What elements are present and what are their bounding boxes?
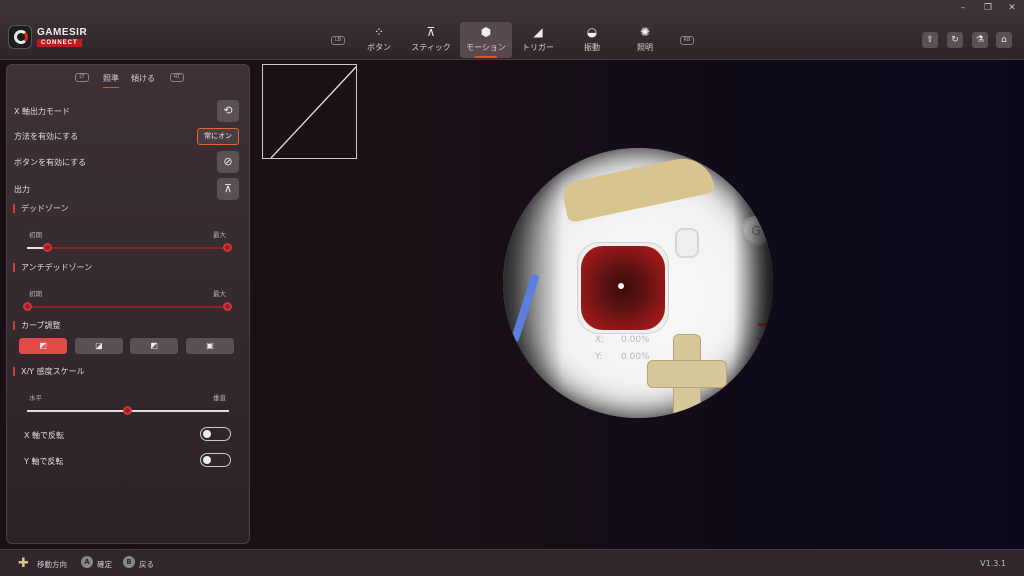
invert-y-label: Y 軸で反転 [24,457,64,466]
dpad-horizontal [647,360,727,388]
close-icon[interactable]: ✕ [1005,2,1019,14]
rb-bumper-icon[interactable]: RB [680,36,694,45]
xy-scale-left-label: 水平 [29,394,42,402]
tab-buttons[interactable]: ⁘ ボタン [353,22,405,58]
deadzone-max-label: 最大 [213,231,226,239]
x-output-mode-label: X 軸出力モード [14,107,71,116]
refresh-icon[interactable]: ↻ [947,32,963,48]
move-hint: 移動方向 [37,560,67,569]
tab-vibration[interactable]: ◒ 振動 [566,22,618,58]
tab-label: 振動 [584,43,600,52]
lab-flask-icon[interactable]: ⚗ [972,32,988,48]
curve-preview [262,64,357,159]
controller-small-button [675,228,699,258]
deadzone-min-label: 初期 [29,231,42,239]
curve-4-icon: ▣ [206,341,214,350]
deadzone-title: デッドゾーン [13,204,69,213]
confirm-hint: 確定 [97,560,112,569]
b-button-icon: B [123,556,135,568]
motion-settings-panel: LT 照準 傾ける RT X 軸出力モード ⟲ 方法を有効にする 常にオン ボタ… [6,64,250,544]
buttons-icon: ⁘ [373,25,385,39]
invert-y-toggle[interactable] [200,453,231,467]
deadzone-low-handle[interactable] [43,243,52,252]
invert-x-toggle[interactable] [200,427,231,441]
x-readout-label: X: [595,335,605,345]
xy-scale-title: X/Y 感度スケール [13,367,85,376]
stick-icon: ⊼ [426,25,436,39]
controller-vibration-icon: ◒ [586,25,598,39]
linear-curve-icon: ◩ [39,341,47,350]
subtab-aim[interactable]: 照準 [103,73,119,88]
tab-label: トリガー [522,43,554,52]
dpad-icon: ✚ [18,556,29,571]
enable-method-button[interactable]: 常にオン [197,128,239,145]
tab-label: スティック [411,43,451,52]
tab-stick[interactable]: ⊼ スティック [405,22,457,58]
anti-deadzone-track[interactable] [27,306,229,308]
deadzone-track[interactable] [27,247,229,249]
footer-hint-bar: ✚ 移動方向 A 確定 B 戻る V1.3.1 [0,549,1024,576]
brand-name: GAMESIR [37,27,88,38]
home-icon[interactable]: ⌂ [996,32,1012,48]
curve-option-4[interactable]: ▣ [186,338,234,354]
curve-option-1[interactable]: ◩ [19,338,67,354]
anti-deadzone-max-label: 最大 [213,290,226,298]
shoulder-button [560,152,716,224]
trigger-icon: ◢ [533,25,543,39]
enable-button-label: ボタンを有効にする [14,158,87,167]
steering-icon: ⟲ [223,104,233,117]
tab-label: ボタン [367,43,391,52]
motion-cube-icon: ⬢ [480,25,492,39]
tab-motion[interactable]: ⬢ モーション [460,22,512,58]
curve-2-icon: ◪ [95,341,103,350]
rt-trigger-icon[interactable]: RT [170,73,184,82]
brand-subtitle: CONNECT [37,39,82,47]
xy-scale-right-label: 垂直 [213,394,226,402]
minimize-icon[interactable]: – [956,2,970,14]
lightbulb-icon: ✺ [639,25,651,39]
upload-icon[interactable]: ⇪ [922,32,938,48]
y-readout-label: Y: [595,352,603,362]
enable-method-label: 方法を有効にする [14,132,79,141]
anti-deadzone-high-handle[interactable] [223,302,232,311]
curve-option-3[interactable]: ◩ [130,338,178,354]
x-output-mode-button[interactable]: ⟲ [217,100,239,122]
curve-line [270,66,357,159]
disabled-icon: ⊘ [223,155,233,168]
a-button-icon: A [81,556,93,568]
y-readout-value: 0.00% [621,352,650,362]
curve-3-icon: ◩ [150,341,158,350]
app-version: V1.3.1 [980,559,1006,568]
output-button[interactable]: ⊼ [217,178,239,200]
x-readout-value: 0.00% [621,335,650,345]
title-bar: – ❐ ✕ [0,0,1024,16]
curve-title: カーブ調整 [13,321,61,330]
motion-position-dot [618,283,624,289]
back-hint: 戻る [139,560,154,569]
tab-label: 照明 [637,43,653,52]
main-header: GAMESIR CONNECT LB ⁘ ボタン ⊼ スティック ⬢ モーション… [0,16,1024,60]
lt-trigger-icon[interactable]: LT [75,73,89,82]
lb-bumper-icon[interactable]: LB [331,36,345,45]
invert-x-label: X 軸で反転 [24,431,65,440]
tab-label: モーション [466,43,506,52]
anti-deadzone-low-handle[interactable] [23,302,32,311]
tab-trigger[interactable]: ◢ トリガー [512,22,564,58]
curve-option-2[interactable]: ◪ [75,338,123,354]
stick-output-icon: ⊼ [223,182,233,195]
controller-zoom-view: G X: 0.00% Y: 0.00% [503,148,773,418]
restore-icon[interactable]: ❐ [981,2,995,14]
gamesir-logo [8,25,32,49]
anti-deadzone-title: アンチデッドゾーン [13,263,92,272]
output-label: 出力 [14,185,30,194]
anti-deadzone-min-label: 初期 [29,290,42,298]
deadzone-high-handle[interactable] [223,243,232,252]
enable-button-button[interactable]: ⊘ [217,151,239,173]
tab-lighting[interactable]: ✺ 照明 [619,22,671,58]
subtab-tilt[interactable]: 傾ける [131,73,155,84]
xy-scale-handle[interactable] [123,406,132,415]
